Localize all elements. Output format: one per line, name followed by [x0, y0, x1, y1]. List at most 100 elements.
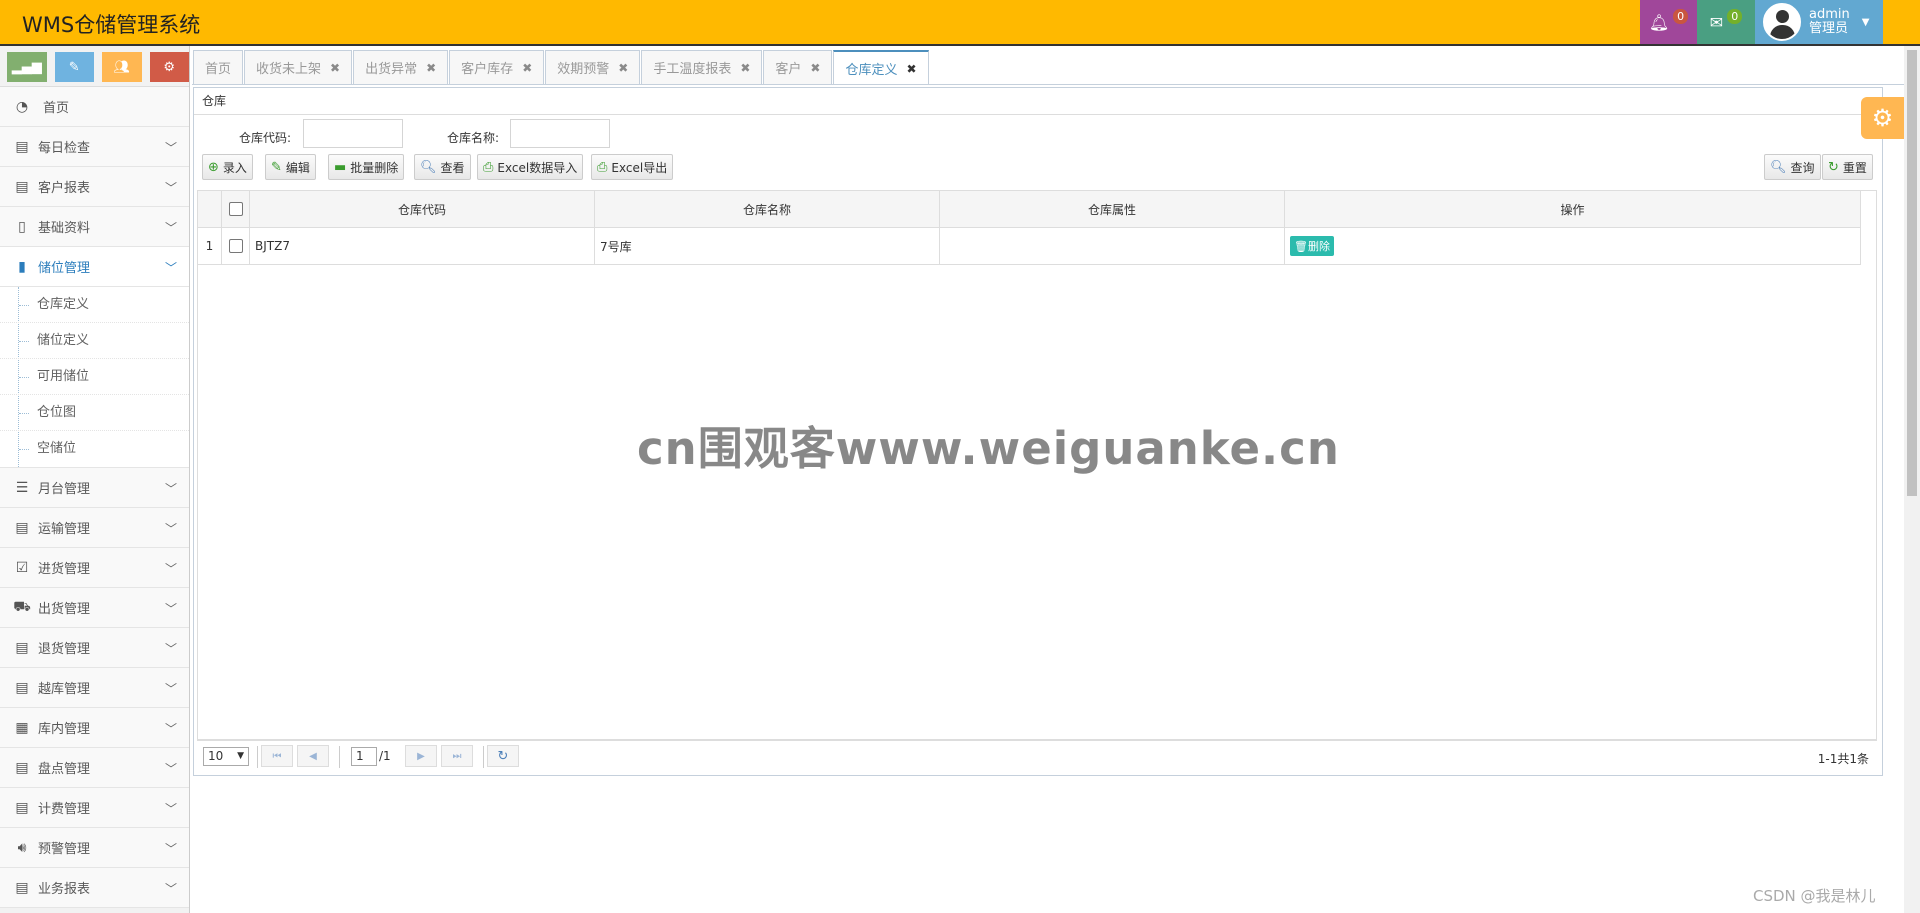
tab-customer[interactable]: 客户 ✖ [763, 50, 833, 84]
edit-shortcut-button[interactable]: ✎ [54, 52, 94, 82]
close-icon[interactable]: ✖ [426, 61, 436, 75]
scrollbar-thumb[interactable] [1907, 50, 1917, 496]
submenu-item-empty-locations[interactable]: 空储位 [0, 431, 189, 467]
next-page-button[interactable]: ▶ [405, 745, 437, 767]
submenu-item-available-locations[interactable]: 可用储位 [0, 359, 189, 395]
tab-received-not-shelved[interactable]: 收货未上架 ✖ [244, 50, 353, 84]
tab-shipping-exception[interactable]: 出货异常 ✖ [353, 50, 449, 84]
sidebar-item-daily-check[interactable]: ▤ 每日检查 ﹀ [0, 127, 189, 167]
tab-manual-temperature-report[interactable]: 手工温度报表 ✖ [641, 50, 763, 84]
view-button[interactable]: 🔍︎ 查看 [414, 154, 471, 180]
add-button-label: 录入 [222, 160, 247, 175]
excel-export-button-label: Excel导出 [611, 160, 668, 175]
page-size-select[interactable]: 10 ▼ [203, 747, 249, 766]
row-checkbox[interactable] [228, 239, 243, 253]
tab-warehouse-definition[interactable]: 仓库定义 ✖ [833, 50, 929, 85]
sidebar-item-alert-management[interactable]: 🔊︎ 预警管理 ﹀ [0, 828, 189, 868]
chevron-down-icon: ﹀ [164, 722, 177, 736]
submenu-item-location-map[interactable]: 仓位图 [0, 395, 189, 431]
column-header-name[interactable]: 仓库名称 [595, 191, 940, 227]
list-icon: ▤ [15, 879, 29, 896]
sidebar-item-crossdock-management[interactable]: ▤ 越库管理 ﹀ [0, 668, 189, 708]
list-icon: ▤ [15, 178, 29, 195]
file-icon: ▯ [18, 218, 26, 235]
sidebar-item-customer-report[interactable]: ▤ 客户报表 ﹀ [0, 167, 189, 207]
row-delete-button[interactable]: 🗑︎删除 [1290, 236, 1334, 256]
notifications-button[interactable]: 🔔︎ 0 [1640, 0, 1697, 44]
sidebar-item-transport-management[interactable]: ▤ 运输管理 ﹀ [0, 508, 189, 548]
cogs-icon: ⚙ [163, 59, 176, 75]
chart-shortcut-button[interactable]: ▂▄▆ [7, 52, 47, 82]
sidebar-item-dock-management[interactable]: ☰ 月台管理 ﹀ [0, 468, 189, 508]
sidebar-item-label: 预警管理 [38, 842, 91, 857]
warehouse-name-input[interactable] [510, 119, 610, 148]
submenu-item-location-definition[interactable]: 储位定义 [0, 323, 189, 359]
row-select-cell [222, 228, 250, 264]
table-row[interactable]: 1 BJTZ7 7号库 🗑︎删除 [198, 228, 1861, 265]
refresh-button[interactable]: ↻ [487, 745, 519, 767]
tab-customer-stock[interactable]: 客户库存 ✖ [449, 50, 545, 84]
sidebar-item-business-report[interactable]: ▤ 业务报表 ﹀ [0, 868, 189, 908]
close-icon[interactable]: ✖ [522, 61, 532, 75]
page-number-input[interactable]: 1 [351, 747, 377, 766]
list-icon: ▤ [15, 639, 29, 656]
close-icon[interactable]: ✖ [907, 62, 917, 76]
edit-button[interactable]: ✎ 编辑 [265, 154, 316, 180]
select-all-checkbox[interactable] [228, 202, 243, 216]
user-menu-button[interactable]: admin 管理员 ▼ [1755, 0, 1883, 44]
chevron-down-icon: ﹀ [164, 882, 177, 896]
batch-delete-button[interactable]: ▬ 批量删除 [328, 154, 405, 180]
sidebar-item-stocktake-management[interactable]: ▤ 盘点管理 ﹀ [0, 748, 189, 788]
prev-page-icon: ◀ [309, 750, 317, 762]
close-icon[interactable]: ✖ [330, 61, 340, 75]
pager-info: 1-1共1条 [1817, 752, 1869, 766]
close-icon[interactable]: ✖ [740, 61, 750, 75]
chevron-down-icon: ﹀ [164, 181, 177, 195]
sidebar-item-home[interactable]: ◔ 首页 [0, 87, 189, 127]
messages-button[interactable]: ✉ 0 [1697, 0, 1755, 44]
close-icon[interactable]: ✖ [810, 61, 820, 75]
warehouse-code-input[interactable] [303, 119, 403, 148]
settings-shortcut-button[interactable]: ⚙ [149, 52, 189, 82]
user-role: 管理员 [1809, 21, 1849, 36]
chevron-down-icon: ﹀ [164, 482, 177, 496]
settings-float-button[interactable]: ⚙ [1861, 97, 1904, 139]
close-icon[interactable]: ✖ [618, 61, 628, 75]
sidebar-item-inventory-management[interactable]: ▦ 库内管理 ﹀ [0, 708, 189, 748]
sidebar-item-return-management[interactable]: ▤ 退货管理 ﹀ [0, 628, 189, 668]
sidebar-item-location-management[interactable]: ▮ 储位管理 ﹀ [0, 247, 189, 287]
tab-bar: 首页 收货未上架 ✖ 出货异常 ✖ 客户库存 ✖ 效期预警 ✖ 手工温度报表 ✖ 客户 ✖ … [193, 50, 930, 85]
users-shortcut-button[interactable]: 👥︎ [102, 52, 142, 82]
pagination-bar: 10 ▼ ⏮ ◀ 1 /1 ▶ ⏭ ↻ 1-1共1条 [197, 739, 1877, 772]
reset-button[interactable]: ↻ 重置 [1822, 154, 1873, 180]
tab-home[interactable]: 首页 [193, 50, 244, 84]
submenu-item-warehouse-definition[interactable]: 仓库定义 [0, 287, 189, 323]
list-icon: ▤ [15, 759, 29, 776]
excel-import-button[interactable]: ⎙ Excel数据导入 [477, 154, 584, 180]
app-title[interactable]: WMS仓储管理系统 [22, 9, 200, 39]
add-button[interactable]: ⊕ 录入 [202, 154, 253, 180]
column-header-attribute[interactable]: 仓库属性 [940, 191, 1285, 227]
pager-separator [339, 746, 340, 768]
list-icon: ▤ [15, 138, 29, 155]
sidebar-item-basic-data[interactable]: ▯ 基础资料 ﹀ [0, 207, 189, 247]
warehouse-code-label: 仓库代码: [239, 131, 292, 145]
sidebar-item-billing-management[interactable]: ▤ 计费管理 ﹀ [0, 788, 189, 828]
page-scrollbar[interactable] [1904, 46, 1920, 913]
chevron-down-icon: ﹀ [164, 602, 177, 616]
tab-expiry-alert[interactable]: 效期预警 ✖ [545, 50, 641, 84]
query-button-label: 查询 [1790, 160, 1815, 175]
search-icon: 🔍︎ [1770, 159, 1787, 175]
sidebar-item-inbound-management[interactable]: ☑ 进货管理 ﹀ [0, 548, 189, 588]
excel-export-button[interactable]: ⎙ Excel导出 [591, 154, 674, 180]
query-button[interactable]: 🔍︎ 查询 [1764, 154, 1821, 180]
first-page-button[interactable]: ⏮ [261, 745, 293, 767]
warehouse-name-label: 仓库名称: [447, 131, 500, 145]
column-header-code[interactable]: 仓库代码 [250, 191, 595, 227]
sidebar-item-outbound-management[interactable]: ⛟ 出货管理 ﹀ [0, 588, 189, 628]
prev-page-button[interactable]: ◀ [297, 745, 329, 767]
sidebar-item-label: 业务报表 [38, 882, 91, 897]
cell-action: 🗑︎删除 [1285, 228, 1861, 264]
last-page-button[interactable]: ⏭ [441, 745, 473, 767]
export-icon: ⎙ [597, 159, 608, 175]
